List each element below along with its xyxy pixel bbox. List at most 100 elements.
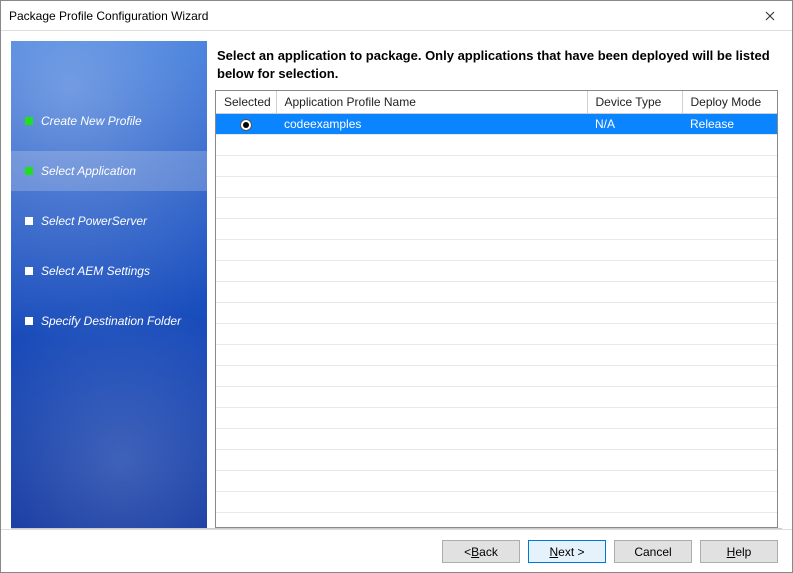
wizard-step[interactable]: Select Application <box>11 151 207 191</box>
step-label: Select PowerServer <box>41 214 147 228</box>
next-suffix: ext > <box>558 545 584 559</box>
table-row[interactable] <box>216 156 777 177</box>
help-button[interactable]: Help <box>700 540 778 563</box>
empty-cell <box>587 198 682 219</box>
table-row[interactable] <box>216 471 777 492</box>
empty-cell <box>216 324 276 345</box>
wizard-step[interactable]: Specify Destination Folder <box>11 301 207 341</box>
close-icon <box>765 11 775 21</box>
step-bullet-icon <box>25 217 33 225</box>
empty-cell <box>682 282 777 303</box>
empty-cell <box>682 471 777 492</box>
wizard-step[interactable]: Create New Profile <box>11 101 207 141</box>
empty-cell <box>587 408 682 429</box>
help-suffix: elp <box>735 545 751 559</box>
table-row[interactable] <box>216 219 777 240</box>
empty-cell <box>587 324 682 345</box>
radio-icon[interactable] <box>240 119 252 131</box>
empty-cell <box>276 387 587 408</box>
empty-cell <box>587 345 682 366</box>
empty-cell <box>276 135 587 156</box>
table-row[interactable] <box>216 387 777 408</box>
col-header-deploy[interactable]: Deploy Mode <box>682 91 777 114</box>
instruction-text: Select an application to package. Only a… <box>215 41 778 90</box>
table-row[interactable] <box>216 345 777 366</box>
empty-cell <box>682 450 777 471</box>
empty-cell <box>216 408 276 429</box>
main-panel: Select an application to package. Only a… <box>215 41 782 528</box>
table-row[interactable]: codeexamplesN/ARelease <box>216 114 777 135</box>
empty-cell <box>216 387 276 408</box>
table-row[interactable] <box>216 408 777 429</box>
empty-cell <box>216 366 276 387</box>
table-row[interactable] <box>216 450 777 471</box>
empty-cell <box>216 219 276 240</box>
empty-cell <box>216 471 276 492</box>
empty-cell <box>682 345 777 366</box>
empty-cell <box>682 261 777 282</box>
table-row[interactable] <box>216 198 777 219</box>
close-button[interactable] <box>747 1 792 30</box>
empty-cell <box>587 429 682 450</box>
empty-cell <box>216 240 276 261</box>
empty-cell <box>216 135 276 156</box>
empty-cell <box>682 156 777 177</box>
table-row[interactable] <box>216 492 777 513</box>
step-label: Select AEM Settings <box>41 264 150 278</box>
table-row[interactable] <box>216 366 777 387</box>
table-row[interactable] <box>216 303 777 324</box>
empty-cell <box>587 366 682 387</box>
empty-cell <box>216 345 276 366</box>
step-bullet-icon <box>25 167 33 175</box>
title-bar: Package Profile Configuration Wizard <box>1 1 792 31</box>
col-header-device[interactable]: Device Type <box>587 91 682 114</box>
back-button[interactable]: < Back <box>442 540 520 563</box>
empty-cell <box>276 429 587 450</box>
empty-cell <box>216 156 276 177</box>
window-title: Package Profile Configuration Wizard <box>9 9 208 23</box>
empty-cell <box>276 345 587 366</box>
cancel-button[interactable]: Cancel <box>614 540 692 563</box>
wizard-step[interactable]: Select PowerServer <box>11 201 207 241</box>
empty-cell <box>276 282 587 303</box>
empty-cell <box>216 198 276 219</box>
empty-cell <box>276 408 587 429</box>
table-row[interactable] <box>216 324 777 345</box>
col-header-selected[interactable]: Selected <box>216 91 276 114</box>
empty-cell <box>276 303 587 324</box>
wizard-step[interactable]: Select AEM Settings <box>11 251 207 291</box>
help-mnemonic: H <box>727 545 736 559</box>
empty-cell <box>276 177 587 198</box>
empty-cell <box>682 324 777 345</box>
empty-cell <box>682 492 777 513</box>
back-mnemonic: B <box>471 545 479 559</box>
table-row[interactable] <box>216 429 777 450</box>
next-button[interactable]: Next > <box>528 540 606 563</box>
wizard-sidebar: Create New Profile Select Application Sele… <box>11 41 207 528</box>
table-row[interactable] <box>216 240 777 261</box>
empty-cell <box>587 261 682 282</box>
empty-cell <box>276 261 587 282</box>
empty-cell <box>587 219 682 240</box>
empty-cell <box>276 240 587 261</box>
cell-app-name: codeexamples <box>276 114 587 135</box>
empty-cell <box>682 198 777 219</box>
col-header-app[interactable]: Application Profile Name <box>276 91 587 114</box>
empty-cell <box>682 366 777 387</box>
empty-cell <box>587 135 682 156</box>
empty-cell <box>276 492 587 513</box>
empty-cell <box>276 450 587 471</box>
cell-selected[interactable] <box>216 114 276 135</box>
empty-cell <box>587 156 682 177</box>
table-row[interactable] <box>216 177 777 198</box>
step-bullet-icon <box>25 117 33 125</box>
table-row[interactable] <box>216 261 777 282</box>
empty-cell <box>682 303 777 324</box>
empty-cell <box>216 261 276 282</box>
empty-cell <box>216 177 276 198</box>
table-row[interactable] <box>216 282 777 303</box>
empty-cell <box>276 366 587 387</box>
back-suffix: ack <box>479 545 498 559</box>
table-row[interactable] <box>216 135 777 156</box>
empty-cell <box>587 471 682 492</box>
